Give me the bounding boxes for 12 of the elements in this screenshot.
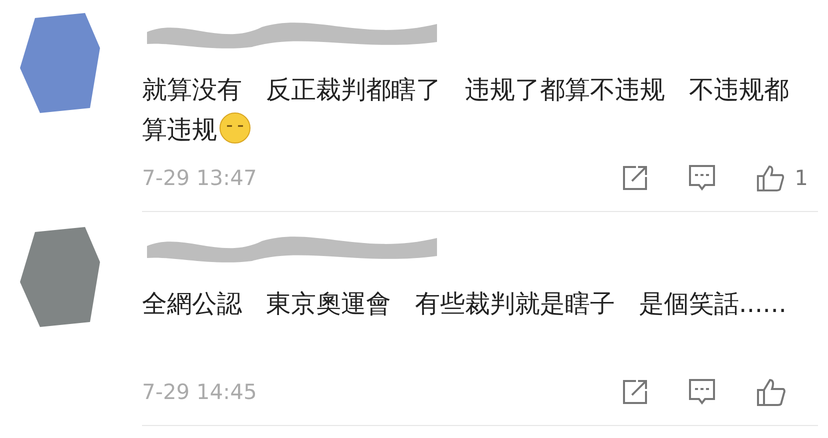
- share-icon[interactable]: [622, 165, 648, 191]
- thumbs-up-icon[interactable]: [756, 163, 785, 193]
- like-count: 1: [794, 166, 808, 190]
- timestamp: 7-29 13:47: [142, 166, 257, 190]
- share-icon[interactable]: [622, 379, 648, 405]
- comment-icon[interactable]: [688, 164, 716, 192]
- comment-icon[interactable]: [688, 378, 716, 406]
- thumbs-up-icon[interactable]: [756, 377, 786, 407]
- comment-text: 就算没有 反正裁判都瞎了 违规了都算不违规 不违规都算违规: [142, 74, 790, 146]
- timestamp: 7-29 14:45: [142, 380, 257, 404]
- emoji-icon: [219, 112, 251, 144]
- comment-text: 全網公認 東京奧運會 有些裁判就是瞎子 是個笑話......: [142, 288, 788, 320]
